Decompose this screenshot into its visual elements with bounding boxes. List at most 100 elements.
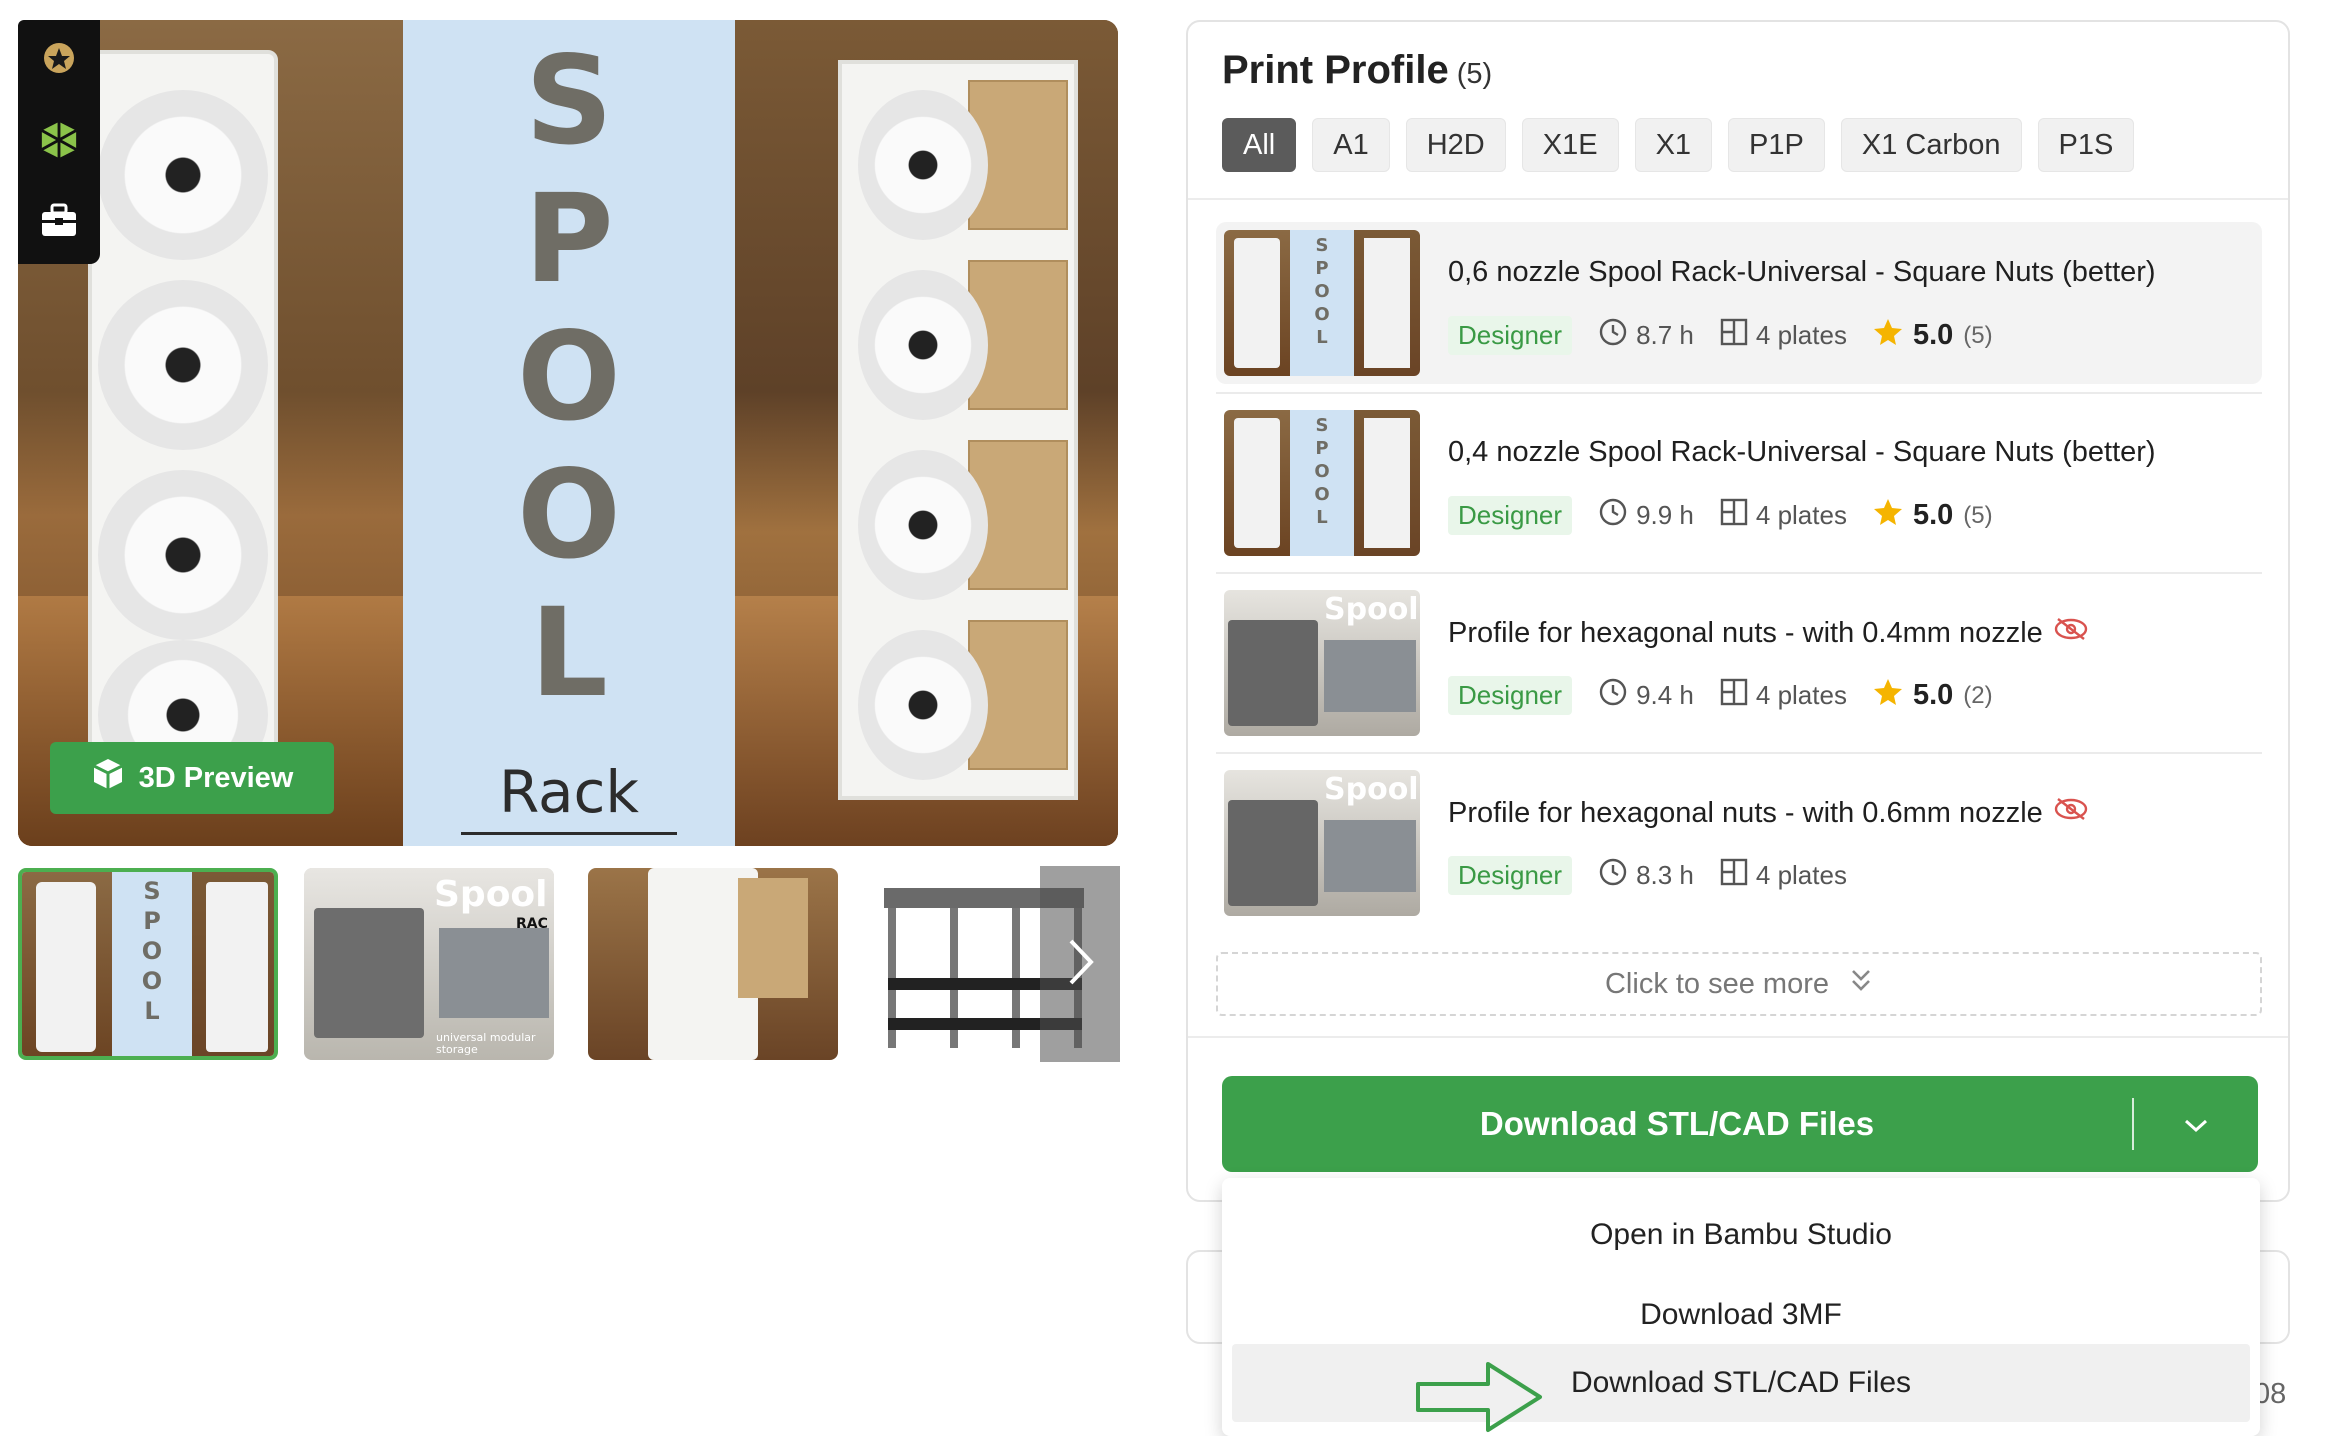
- chevron-right-icon: [1065, 937, 1095, 992]
- menu-item-open-bambu-studio[interactable]: Open in Bambu Studio: [1232, 1196, 2250, 1274]
- plates: 4 plates: [1720, 318, 1847, 353]
- plates: 4 plates: [1720, 498, 1847, 533]
- print-time-value: 9.4 h: [1636, 680, 1694, 710]
- hidden-eye-icon: [2053, 616, 2089, 650]
- filter-a1[interactable]: A1: [1312, 118, 1390, 172]
- chevron-down-icon: [2182, 1105, 2210, 1143]
- 3d-preview-label: 3D Preview: [138, 761, 294, 794]
- clock-icon: [1598, 497, 1628, 534]
- profile-name: 0,4 nozzle Spool Rack-Universal - Square…: [1448, 436, 2156, 469]
- profile-thumbnail: SPOOL: [1224, 230, 1420, 376]
- plates-icon: [1720, 678, 1748, 713]
- plates-value: 4 plates: [1755, 680, 1847, 710]
- filter-p1p[interactable]: P1P: [1728, 118, 1825, 172]
- profile-meta: Designer 8.3 h 4 plates: [1448, 856, 1847, 895]
- star-icon: [1873, 677, 1903, 714]
- download-button-label: Download STL/CAD Files: [1479, 1105, 1875, 1142]
- designer-tag: Designer: [1448, 496, 1573, 535]
- clock-icon: [1598, 857, 1628, 894]
- sign-letter: S: [525, 30, 613, 172]
- profile-meta: Designer 9.4 h 4 plates 5.0 (2): [1448, 676, 1993, 715]
- profile-meta: Designer 8.7 h 4 plates 5.0 (5): [1448, 316, 1993, 355]
- rating-count: (5): [1963, 321, 1993, 349]
- profile-item[interactable]: SPOOL 0,4 nozzle Spool Rack-Universal - …: [1216, 402, 2262, 564]
- filter-p1s[interactable]: P1S: [2037, 118, 2135, 172]
- spool-reel: [858, 450, 988, 600]
- rating-count: (5): [1963, 501, 1993, 529]
- plates: 4 plates: [1720, 678, 1847, 713]
- print-time: 8.3 h: [1598, 857, 1694, 894]
- profile-name: Profile for hexagonal nuts - with 0.6mm …: [1448, 796, 2089, 830]
- filter-all[interactable]: All: [1222, 118, 1297, 172]
- print-time-value: 8.7 h: [1636, 320, 1694, 350]
- spool-reel: [858, 270, 988, 420]
- spool-reel: [858, 630, 988, 780]
- see-more-button[interactable]: Click to see more: [1216, 952, 2262, 1016]
- profile-divider: [1216, 752, 2262, 754]
- profile-thumbnail: Spool: [1224, 770, 1420, 916]
- print-profile-card: Print Profile (5) All A1 H2D X1E X1 P1P X…: [1186, 20, 2290, 1202]
- filter-x1e[interactable]: X1E: [1521, 118, 1619, 172]
- cube-icon: [91, 757, 125, 799]
- plates-value: 4 plates: [1755, 500, 1847, 530]
- rating: 5.0 (5): [1873, 497, 1993, 534]
- plates-icon: [1720, 858, 1748, 893]
- thumbnail-3[interactable]: [588, 868, 838, 1060]
- cube-grid-icon[interactable]: [39, 120, 79, 160]
- thumbnail-1[interactable]: SPOOL: [18, 868, 278, 1060]
- sign-underline: [461, 832, 677, 835]
- menu-item-download-stl-cad[interactable]: Download STL/CAD Files: [1232, 1344, 2250, 1422]
- plates-value: 4 plates: [1755, 320, 1847, 350]
- profile-name: Profile for hexagonal nuts - with 0.4mm …: [1448, 616, 2089, 650]
- sign-letter: O: [517, 444, 621, 586]
- download-stl-cad-button[interactable]: Download STL/CAD Files: [1222, 1076, 2258, 1172]
- plates-icon: [1720, 498, 1748, 533]
- designer-tag: Designer: [1448, 676, 1573, 715]
- sign-letter: L: [530, 582, 608, 724]
- 3d-preview-button[interactable]: 3D Preview: [50, 742, 334, 814]
- rating-value: 5.0: [1912, 319, 1954, 351]
- see-more-label: Click to see more: [1604, 967, 1829, 1000]
- rating: 5.0 (5): [1873, 317, 1993, 354]
- pointer-arrow-icon: [1414, 1360, 1546, 1436]
- clock-icon: [1598, 677, 1628, 714]
- download-options-toggle[interactable]: [2134, 1076, 2258, 1172]
- profile-divider: [1216, 392, 2262, 394]
- designer-tag: Designer: [1448, 856, 1573, 895]
- print-time: 9.4 h: [1598, 677, 1694, 714]
- award-badge-icon[interactable]: [39, 40, 79, 80]
- filter-h2d[interactable]: H2D: [1405, 118, 1506, 172]
- thumb-caption: universal modular storage: [436, 1031, 536, 1056]
- print-time: 9.9 h: [1598, 497, 1694, 534]
- plates-value: 4 plates: [1755, 860, 1847, 890]
- thumbnail-2[interactable]: Spool RAC universal modular storage: [304, 868, 554, 1060]
- thumbnail-next-button[interactable]: [1040, 866, 1120, 1062]
- filter-x1-carbon[interactable]: X1 Carbon: [1840, 118, 2022, 172]
- profile-divider: [1216, 572, 2262, 574]
- double-chevron-down-icon: [1849, 967, 1873, 1001]
- profile-name: 0,6 nozzle Spool Rack-Universal - Square…: [1448, 256, 2156, 289]
- print-time-value: 8.3 h: [1636, 860, 1694, 890]
- rating-value: 5.0: [1912, 679, 1954, 711]
- clock-icon: [1598, 317, 1628, 354]
- thumb-overlay: Spool: [434, 874, 548, 915]
- profile-name-text: 0,4 nozzle Spool Rack-Universal - Square…: [1448, 436, 2156, 468]
- spool-reel: [98, 280, 268, 450]
- filter-x1[interactable]: X1: [1634, 118, 1713, 172]
- sign-letter: O: [517, 306, 621, 448]
- print-profile-heading: Print Profile: [1222, 48, 1449, 92]
- menu-item-download-3mf[interactable]: Download 3MF: [1232, 1276, 2250, 1354]
- rating: 5.0 (2): [1873, 677, 1993, 714]
- profile-item[interactable]: Spool Profile for hexagonal nuts - with …: [1216, 762, 2262, 924]
- profile-item[interactable]: Spool Profile for hexagonal nuts - with …: [1216, 582, 2262, 744]
- print-time: 8.7 h: [1598, 317, 1694, 354]
- rating-count: (2): [1963, 681, 1993, 709]
- spool-reel: [98, 470, 268, 640]
- main-image[interactable]: S P O O L Rack: [18, 20, 1118, 846]
- profile-name-text: 0,6 nozzle Spool Rack-Universal - Square…: [1448, 256, 2156, 288]
- print-profile-title: Print Profile (5): [1222, 48, 1492, 93]
- toolbox-icon[interactable]: [39, 200, 79, 240]
- profile-item[interactable]: SPOOL 0,6 nozzle Spool Rack-Universal - …: [1216, 222, 2262, 384]
- profile-meta: Designer 9.9 h 4 plates 5.0 (5): [1448, 496, 1993, 535]
- profile-name-text: Profile for hexagonal nuts - with 0.6mm …: [1448, 796, 2043, 829]
